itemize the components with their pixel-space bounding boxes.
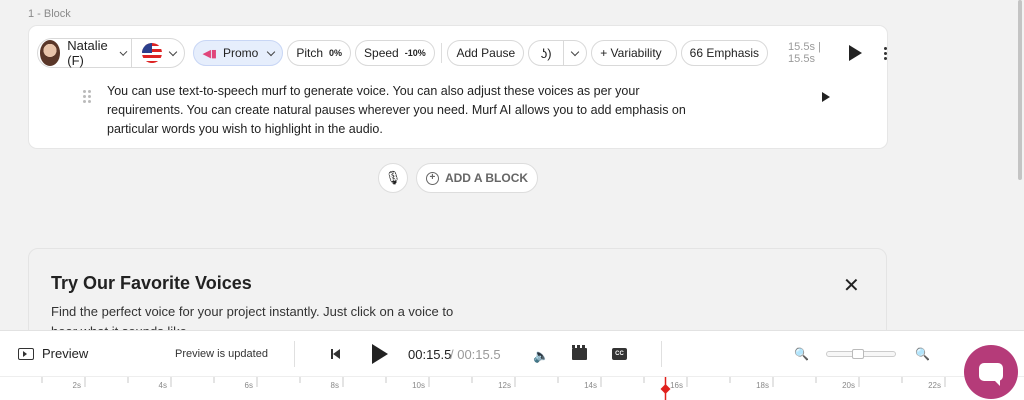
voice-name: Natalie (F) [67,38,108,68]
pitch-value: 0% [329,48,343,58]
preview-button[interactable]: Preview [18,346,88,361]
add-block-label: ADD A BLOCK [444,171,529,185]
pause-dropdown-button[interactable] [563,41,586,65]
timeline-label: 18s [756,381,769,390]
drag-handle-icon[interactable] [83,90,91,103]
emphasis-label: 66 Emphasis [689,46,760,60]
captions-icon[interactable]: CC [612,348,627,360]
timeline-label: 22s [928,381,941,390]
us-flag-icon [142,43,163,63]
timeline-ruler-svg: 2s 4s 6s 8s 10s 12s 14s 16s 18s 20s 22s [41,377,989,400]
chevron-down-icon [267,47,276,56]
timeline-label: 8s [331,381,339,390]
scrollbar-thumb[interactable] [1018,0,1022,180]
block-duration: 15.5s | 15.5s [788,41,821,65]
scrollbar[interactable] [1016,0,1024,330]
close-icon[interactable]: ✕ [843,273,860,298]
pitch-label: Pitch [296,46,324,60]
speed-control[interactable]: Speed -10% [355,40,435,66]
add-block-button[interactable]: + ADD A BLOCK [416,163,538,193]
zoom-out-icon[interactable]: 🔍 [794,347,809,361]
timeline-label: 2s [73,381,81,390]
playhead-handle[interactable] [660,384,671,394]
timeline-label: 14s [584,381,597,390]
breath-icon: ʖ) [540,45,552,61]
emphasis-button[interactable]: 66 Emphasis [680,40,769,66]
more-options-icon[interactable] [884,46,887,60]
style-selector[interactable]: ◀▮ Promo [193,40,284,66]
mic-button[interactable]: 🎙 [378,163,408,193]
chevron-down-icon [169,47,178,56]
timeline-label: 4s [159,381,167,390]
mic-icon: 🎙 [384,170,402,185]
player-bar: Preview Preview is updated 00:15.5 / 00:… [0,330,1024,376]
timeline-label: 16s [670,381,683,390]
total-time: / 00:15.5 [450,347,501,362]
block-toolbar: Natalie (F) ◀▮ Promo Pitch 0% Speed -10%… [37,38,887,68]
avatar [40,40,61,66]
zoom-slider-knob[interactable] [852,349,864,359]
timeline-label: 10s [412,381,425,390]
plus-circle-icon: + [425,171,439,185]
block-label: 1 - Block [28,8,71,20]
language-selector[interactable] [131,39,178,67]
variability-button[interactable]: + Variability [591,40,677,66]
zoom-in-icon[interactable]: 🔍 [915,347,930,361]
clapperboard-icon[interactable] [572,345,587,360]
pitch-control[interactable]: Pitch 0% [287,40,352,66]
add-pause-button[interactable]: Add Pause [447,40,525,66]
chevron-down-icon [119,47,127,56]
divider [440,43,442,63]
timeline-label: 20s [842,381,855,390]
timeline-ruler[interactable]: 2s 4s 6s 8s 10s 12s 14s 16s 18s 20s 22s [0,376,1024,400]
add-pause-label: Add Pause [456,46,516,60]
monitor-icon [18,347,34,360]
favorite-voices-title: Try Our Favorite Voices [51,273,252,293]
play-button[interactable] [372,344,388,364]
chevron-down-icon [570,47,580,56]
divider [661,341,662,367]
block-card: Natalie (F) ◀▮ Promo Pitch 0% Speed -10%… [29,26,887,148]
pause-options[interactable]: ʖ) [528,40,588,66]
chat-icon [979,363,1003,386]
play-block-button[interactable] [849,45,862,61]
block-text[interactable]: You can use text-to-speech murf to gener… [107,82,707,139]
skip-back-icon[interactable] [331,349,340,359]
preview-status: Preview is updated [175,348,268,360]
current-time: 00:15.5 [408,347,452,362]
preview-label: Preview [42,346,89,361]
volume-icon[interactable]: 🔈 [533,348,549,364]
play-sentence-button[interactable] [822,92,830,102]
zoom-slider[interactable] [826,349,896,359]
timeline-label: 12s [498,381,511,390]
variability-label: + Variability [600,46,662,60]
speed-label: Speed [364,46,399,60]
megaphone-icon: ◀▮ [202,47,217,60]
speed-value: -10% [404,48,426,58]
pause-breath-button[interactable]: ʖ) [529,41,563,65]
voice-selector[interactable]: Natalie (F) [37,38,186,68]
chat-button[interactable] [964,345,1018,399]
divider [294,341,295,367]
timeline-label: 6s [245,381,253,390]
style-label: Promo [222,46,259,60]
